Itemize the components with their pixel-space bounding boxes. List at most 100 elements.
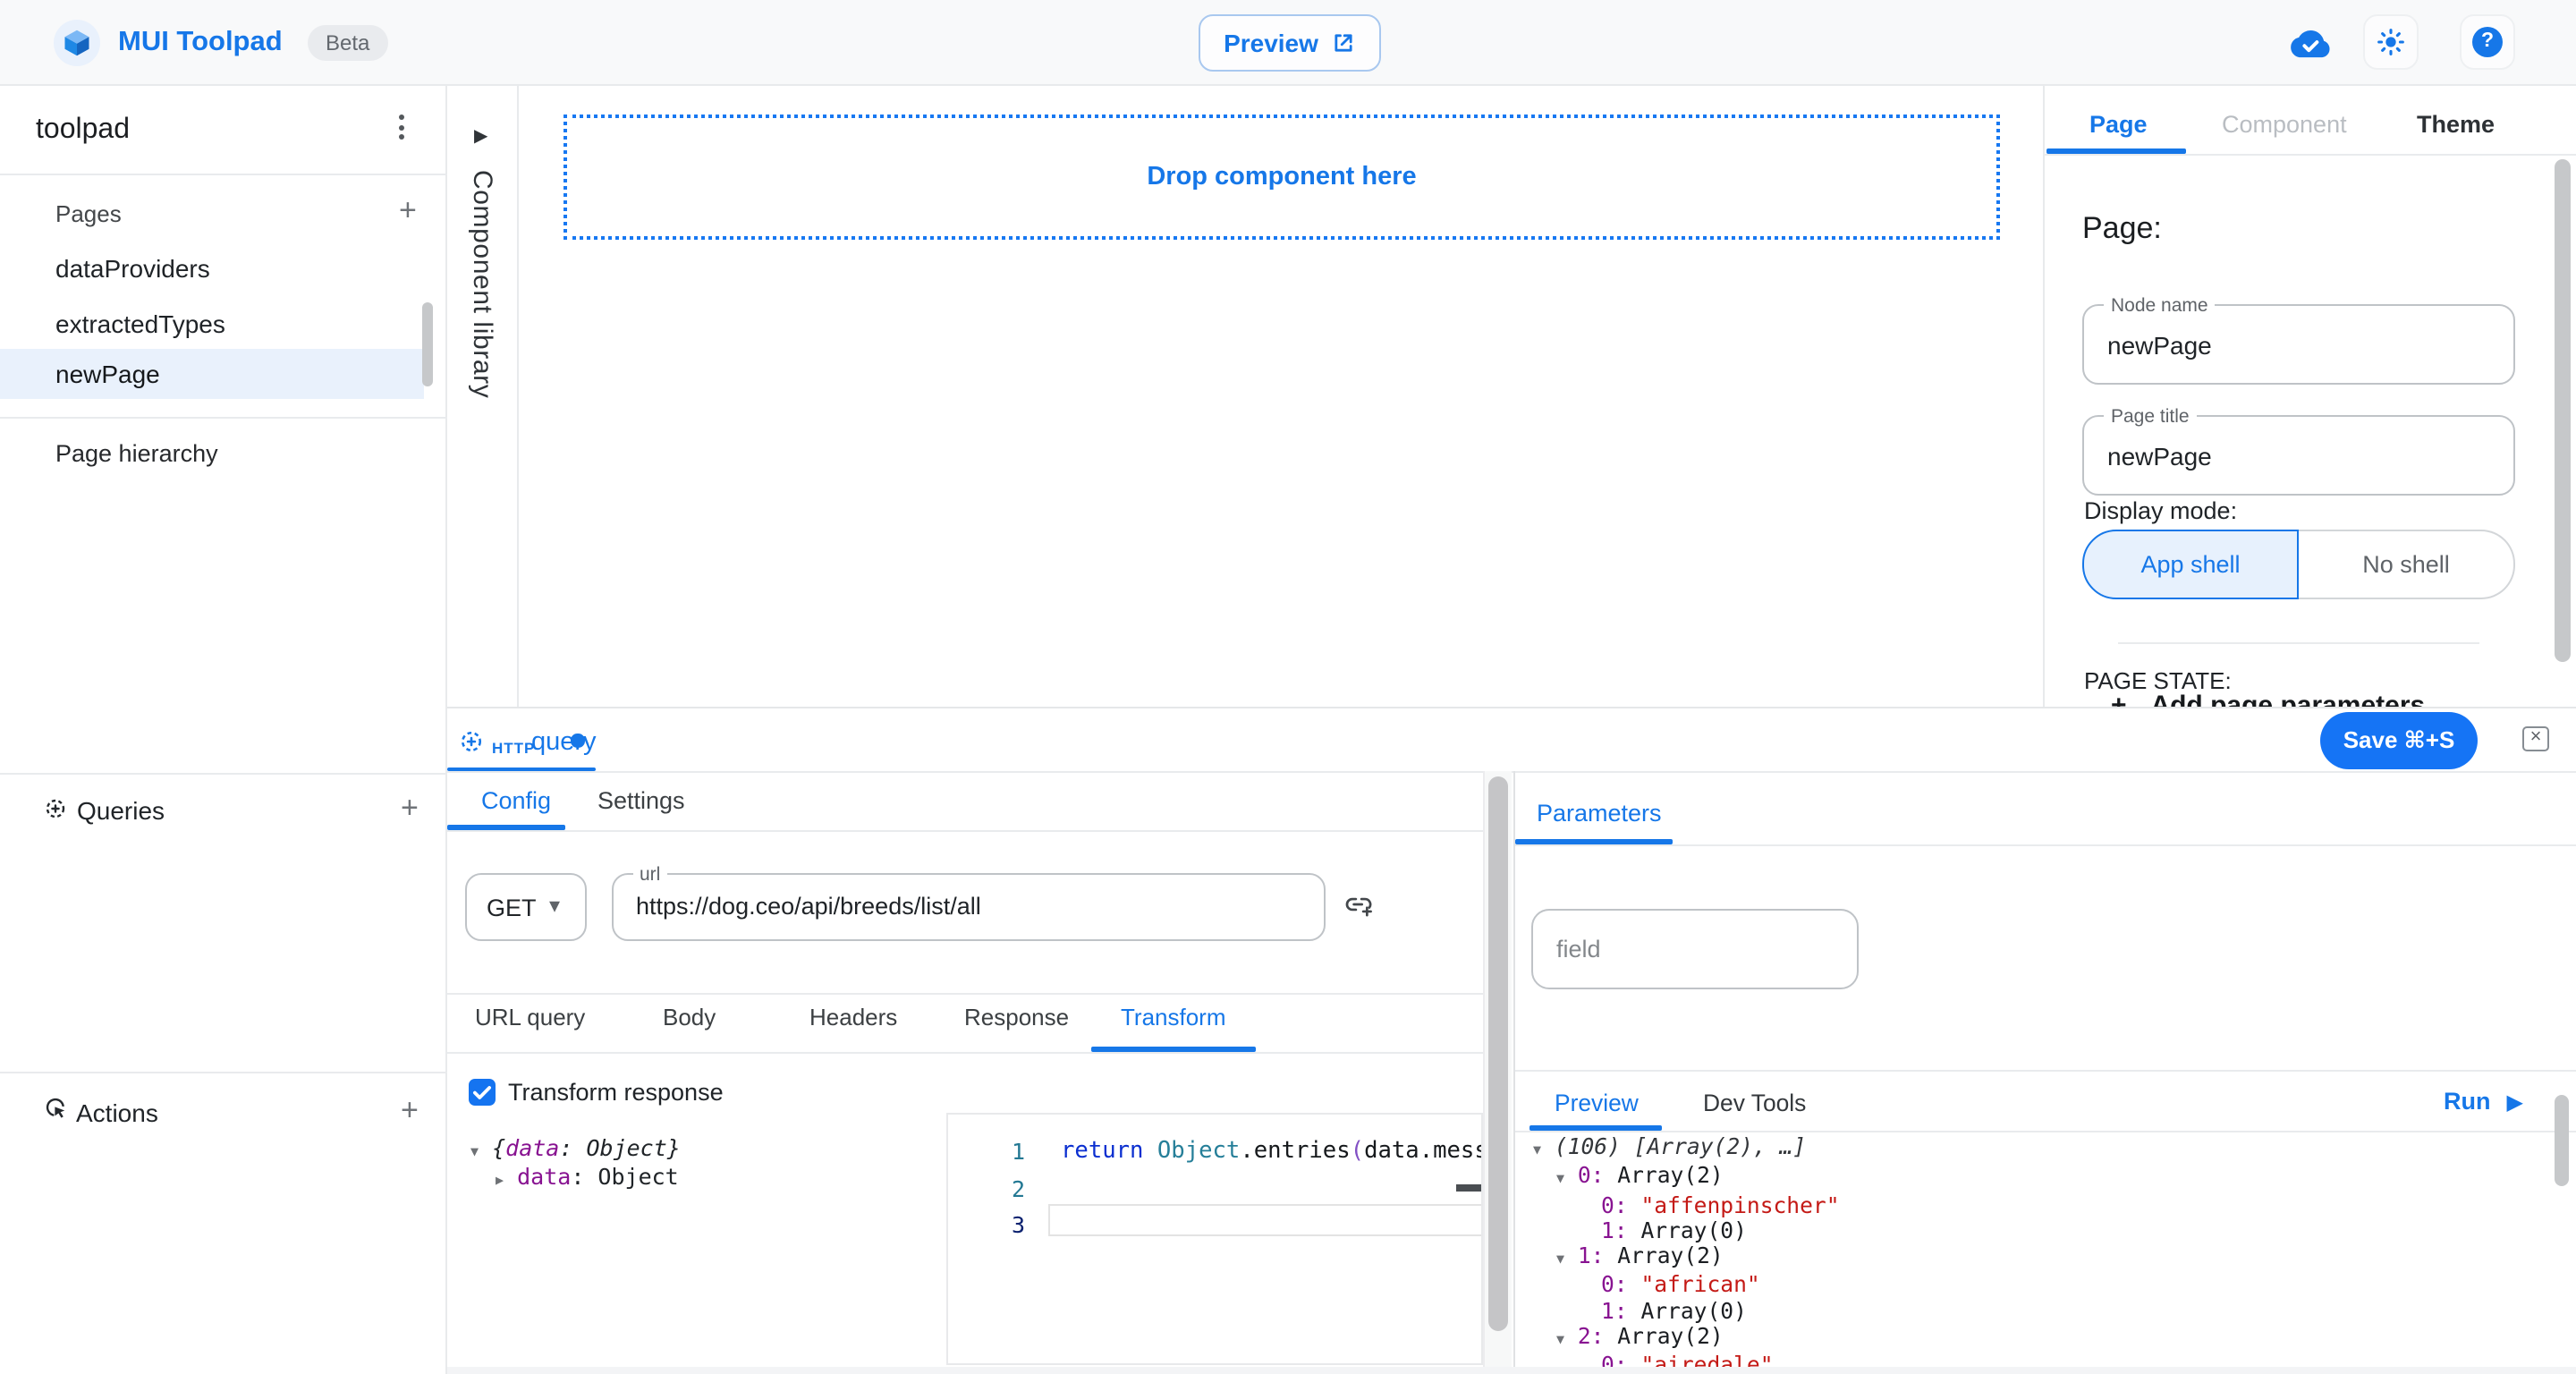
page-title-input[interactable] <box>2107 417 2501 494</box>
preview-button[interactable]: Preview <box>1199 14 1381 72</box>
parameter-field[interactable] <box>1531 909 1859 989</box>
scope-child-key: data <box>517 1162 571 1189</box>
json-tree-row[interactable]: ▼ 2: Array(2) <box>1521 1324 2558 1353</box>
json-key: 0: <box>1601 1192 1628 1217</box>
divider <box>447 1051 1512 1053</box>
editor-line-number: 2 <box>948 1175 1025 1202</box>
json-string-value: "airedale" <box>1640 1353 1773 1367</box>
method-select[interactable]: GET ▾ <box>465 873 587 940</box>
subtab-headers[interactable]: Headers <box>809 1004 897 1030</box>
run-button[interactable]: Run ▶ <box>2444 1088 2523 1115</box>
query-tab-name: query <box>531 728 597 757</box>
divider <box>2045 154 2576 156</box>
json-tree-row[interactable]: 1: Array(0) <box>1521 1218 2558 1244</box>
cloud-saved-icon <box>2288 29 2333 59</box>
preview-json-tree: ▼ (106) [Array(2), …] ▼ 0: Array(2) 0: "… <box>1521 1134 2558 1367</box>
pages-scrollbar-thumb[interactable] <box>422 302 432 386</box>
json-value: Array(2) <box>1617 1324 1723 1349</box>
transform-checkbox-label: Transform response <box>508 1079 724 1106</box>
close-editor-button[interactable]: × <box>2522 726 2549 751</box>
inspector-scrollbar-thumb[interactable] <box>2555 159 2570 662</box>
json-root-summary: (106) [Array(2), …] <box>1555 1134 1806 1159</box>
chevron-down-icon: ▾ <box>549 893 560 918</box>
tab-component[interactable]: Component <box>2222 111 2347 138</box>
expand-panel-icon[interactable]: ▶ <box>474 127 487 147</box>
open-in-new-icon <box>1331 30 1356 55</box>
node-name-input[interactable] <box>2107 306 2501 383</box>
pages-section-header: Pages <box>55 200 122 227</box>
sidebar-item-extractedtypes[interactable]: extractedTypes <box>0 302 424 349</box>
url-field[interactable]: url <box>611 873 1325 940</box>
json-tree-row[interactable]: 0: "african" <box>1521 1273 2558 1299</box>
transform-checkbox[interactable] <box>469 1078 496 1105</box>
scope-tree-root[interactable]: ▼ {data: Object} <box>470 1134 681 1161</box>
query-tab-protocol: HTTP <box>492 739 535 757</box>
drop-zone[interactable]: Drop component here <box>564 114 2000 240</box>
json-tree-row[interactable]: 0: "airedale" <box>1521 1353 2558 1367</box>
tab-parameters[interactable]: Parameters <box>1537 800 1662 827</box>
expander-icon[interactable]: ▼ <box>1533 1141 1541 1158</box>
json-key: 1: <box>1578 1243 1605 1268</box>
tab-page[interactable]: Page <box>2089 111 2148 138</box>
subtab-transform[interactable]: Transform <box>1121 1004 1226 1030</box>
scope-tree-child[interactable]: ▶ data: Object <box>496 1162 679 1189</box>
add-query-button[interactable]: + <box>401 796 419 821</box>
toggle-option-label: No shell <box>2362 551 2450 578</box>
dock-bottom-strip <box>447 1367 2576 1374</box>
tab-settings[interactable]: Settings <box>597 787 685 814</box>
project-menu-button[interactable] <box>388 114 413 140</box>
app-header: MUI Toolpad Beta Preview ? <box>0 0 2576 86</box>
actions-icon <box>45 1097 68 1120</box>
toggle-option-label: App shell <box>2140 551 2240 578</box>
transform-code-editor[interactable]: 1 2 3 return Object.entries(data.messag <box>946 1113 1483 1365</box>
page-hierarchy-item[interactable]: Page hierarchy <box>55 440 218 467</box>
method-value: GET <box>487 895 537 921</box>
sidebar-item-label: dataProviders <box>55 254 210 283</box>
expander-icon[interactable]: ▼ <box>470 1143 479 1159</box>
divider <box>2118 642 2479 644</box>
json-string-value: "affenpinscher" <box>1640 1192 1839 1217</box>
json-tree-row[interactable]: ▼ 1: Array(2) <box>1521 1243 2558 1273</box>
expander-icon[interactable]: ▶ <box>496 1171 504 1187</box>
display-mode-app-shell[interactable]: App shell <box>2082 530 2299 599</box>
brand-title: MUI Toolpad <box>118 27 283 59</box>
help-button[interactable]: ? <box>2460 14 2515 70</box>
display-mode-toggle: App shell No shell <box>2082 530 2515 599</box>
page-canvas: Drop component here <box>519 86 2043 707</box>
subtab-body[interactable]: Body <box>663 1004 716 1030</box>
json-tree-row[interactable]: 1: Array(0) <box>1521 1299 2558 1325</box>
theme-toggle-button[interactable] <box>2363 14 2419 70</box>
tab-dev-tools[interactable]: Dev Tools <box>1703 1090 1806 1116</box>
display-mode-no-shell[interactable]: No shell <box>2299 530 2515 599</box>
save-button[interactable]: Save ⌘+S <box>2320 712 2478 769</box>
expander-icon[interactable]: ▼ <box>1556 1171 1564 1187</box>
sidebar: toolpad Pages + dataProviders extractedT… <box>0 86 447 1374</box>
config-scrollbar-thumb[interactable] <box>1487 776 1507 1331</box>
add-action-button[interactable]: + <box>401 1098 419 1124</box>
json-key: 0: <box>1578 1164 1605 1189</box>
add-page-button[interactable]: + <box>399 199 417 224</box>
tab-config[interactable]: Config <box>481 787 551 814</box>
divider <box>0 773 447 775</box>
divider <box>1515 844 2576 845</box>
subtab-url-query[interactable]: URL query <box>475 1004 585 1030</box>
node-name-field[interactable]: Node name <box>2082 304 2515 385</box>
json-tree-row[interactable]: 0: "affenpinscher" <box>1521 1192 2558 1218</box>
url-input[interactable] <box>636 875 1310 938</box>
panel-divider[interactable] <box>1513 771 1515 1374</box>
tab-preview[interactable]: Preview <box>1555 1090 1639 1116</box>
add-link-icon[interactable] <box>1343 889 1374 920</box>
expander-icon[interactable]: ▼ <box>1556 1251 1564 1267</box>
tab-theme[interactable]: Theme <box>2417 111 2495 138</box>
toolpad-app: MUI Toolpad Beta Preview ? toolpad <box>0 0 2576 1374</box>
subtab-response[interactable]: Response <box>964 1004 1069 1030</box>
sidebar-item-newpage-selected[interactable]: newPage <box>0 349 424 399</box>
json-tree-row[interactable]: ▼ (106) [Array(2), …] <box>1521 1134 2558 1164</box>
page-title-field[interactable]: Page title <box>2082 415 2515 496</box>
sidebar-item-dataproviders[interactable]: dataProviders <box>0 247 424 293</box>
code-keyword: return <box>1061 1138 1157 1165</box>
add-page-parameters-button[interactable]: + Add page parameters <box>2111 691 2425 707</box>
json-tree-row[interactable]: ▼ 0: Array(2) <box>1521 1164 2558 1193</box>
parameter-field-input[interactable] <box>1556 911 1844 988</box>
expander-icon[interactable]: ▼ <box>1556 1331 1564 1347</box>
